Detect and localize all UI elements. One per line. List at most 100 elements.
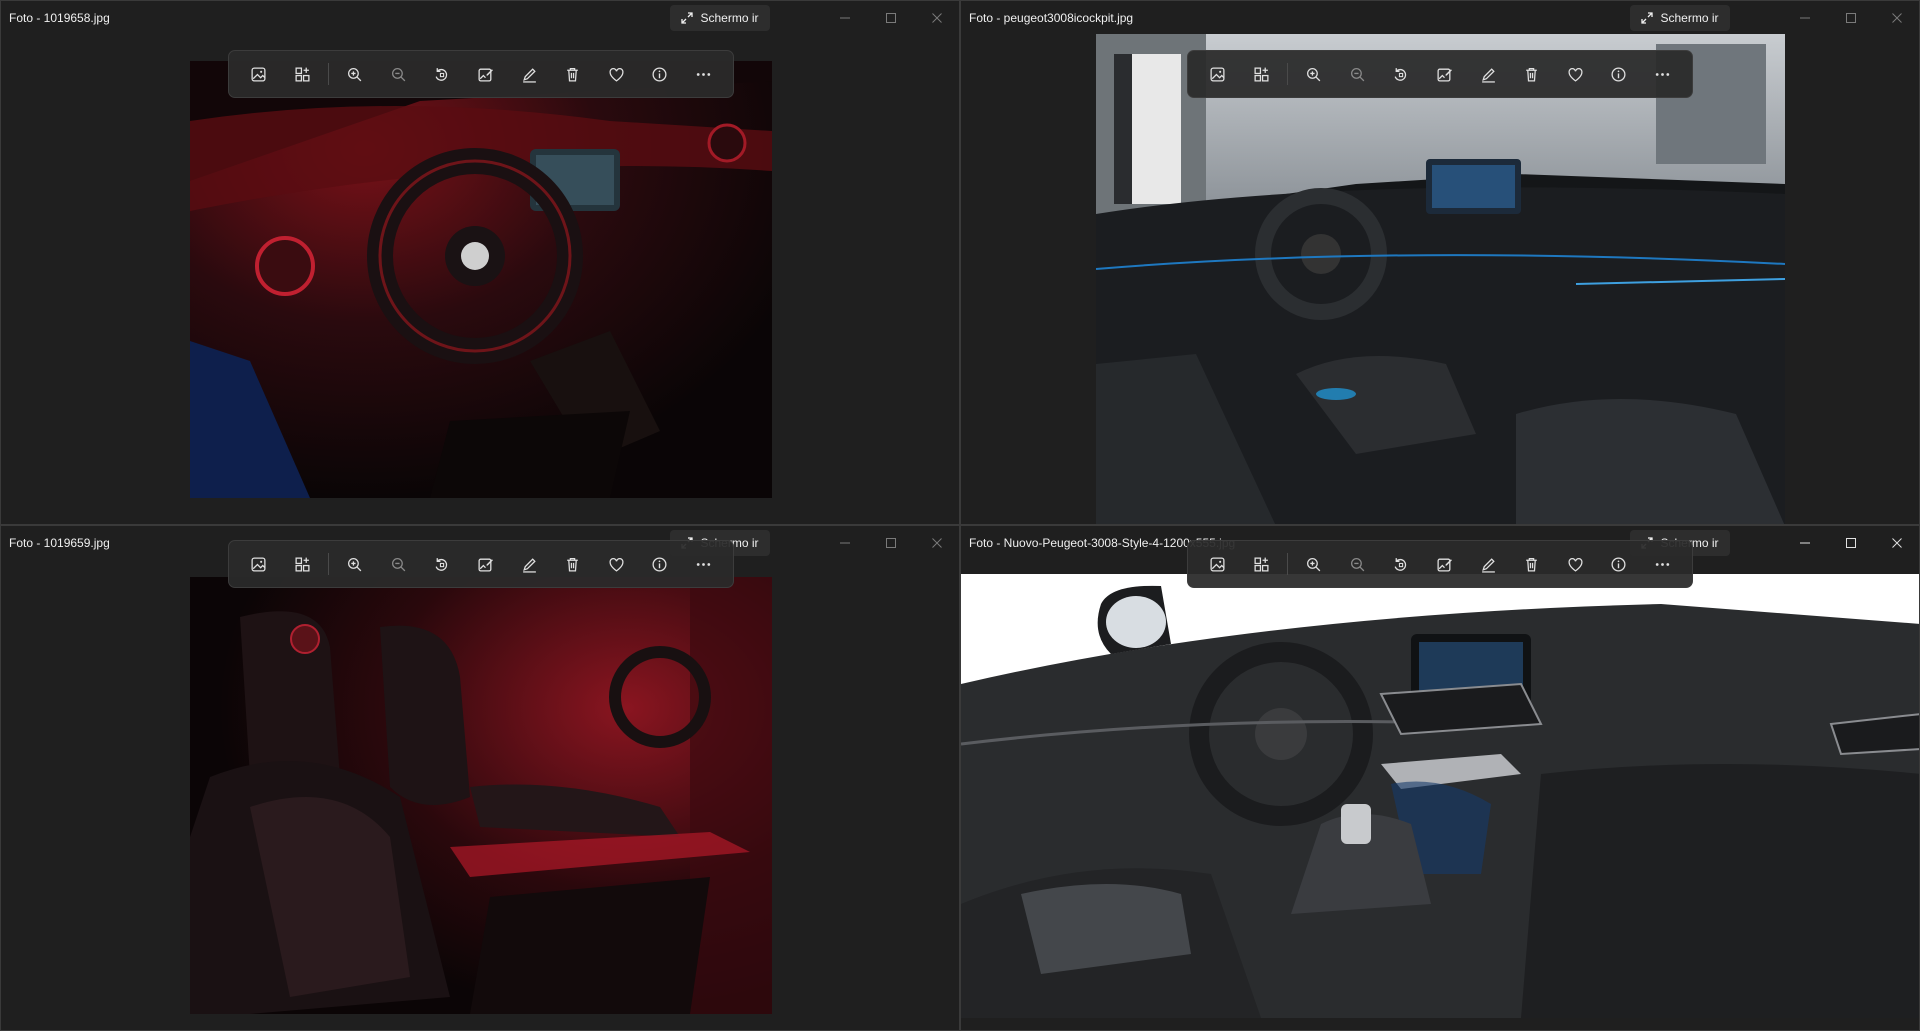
image-icon	[251, 66, 266, 82]
minimize-button[interactable]	[831, 532, 859, 554]
maximize-button[interactable]	[877, 7, 905, 29]
zoom-out-button[interactable]	[377, 546, 421, 582]
zoom-in-icon	[348, 67, 362, 81]
favorite-button[interactable]	[1553, 546, 1597, 582]
delete-button[interactable]	[1510, 546, 1554, 582]
zoom-in-icon	[1307, 557, 1321, 571]
close-icon	[932, 538, 942, 548]
image-icon	[1210, 556, 1225, 572]
fullscreen-button[interactable]: Schermo ir	[670, 5, 770, 31]
zoom-out-icon	[1350, 557, 1365, 571]
favorite-button[interactable]	[594, 546, 638, 582]
draw-button[interactable]	[1466, 546, 1510, 582]
window-title: Foto - 1019658.jpg	[9, 11, 110, 25]
draw-button[interactable]	[507, 546, 551, 582]
image-button[interactable]	[237, 56, 281, 92]
photo-toolbar	[228, 50, 734, 98]
draw-icon	[522, 67, 536, 83]
image-button[interactable]	[237, 546, 281, 582]
fullscreen-label: Schermo ir	[1660, 11, 1719, 25]
edit-image-icon	[1437, 558, 1452, 572]
draw-button[interactable]	[507, 56, 551, 92]
gallery-icon	[1254, 66, 1269, 82]
minimize-button[interactable]	[1791, 7, 1819, 29]
image-button[interactable]	[1196, 56, 1240, 92]
info-icon	[1611, 556, 1626, 572]
maximize-button[interactable]	[1837, 7, 1865, 29]
image-button[interactable]	[1196, 546, 1240, 582]
gallery-button[interactable]	[281, 56, 325, 92]
close-button[interactable]	[923, 532, 951, 554]
delete-icon	[567, 67, 578, 82]
rotate-button[interactable]	[1379, 546, 1423, 582]
toolbar-separator	[328, 553, 330, 575]
photo-image	[190, 61, 772, 498]
expand-icon	[681, 12, 694, 24]
draw-icon	[1481, 67, 1495, 83]
more-button[interactable]	[681, 546, 725, 582]
gallery-button[interactable]	[1240, 56, 1284, 92]
photo-window: Foto - peugeot3008icockpit.jpg Schermo i…	[960, 0, 1920, 525]
minimize-button[interactable]	[1791, 532, 1819, 554]
more-button[interactable]	[1640, 546, 1684, 582]
toolbar-separator	[1287, 553, 1289, 575]
zoom-in-button[interactable]	[1292, 56, 1336, 92]
zoom-out-button[interactable]	[377, 56, 421, 92]
info-button[interactable]	[638, 56, 682, 92]
photo-image	[190, 577, 772, 1014]
rotate-button[interactable]	[420, 56, 464, 92]
info-button[interactable]	[1597, 56, 1641, 92]
title-bar: Foto - peugeot3008icockpit.jpg Schermo i…	[961, 1, 1919, 35]
info-button[interactable]	[638, 546, 682, 582]
maximize-button[interactable]	[1837, 532, 1865, 554]
favorite-button[interactable]	[594, 56, 638, 92]
close-icon	[1892, 538, 1902, 548]
zoom-in-button[interactable]	[333, 56, 377, 92]
rotate-icon	[436, 67, 448, 81]
photo-image	[1096, 34, 1785, 524]
edit-image-button[interactable]	[1423, 546, 1467, 582]
delete-icon	[1526, 67, 1537, 82]
edit-image-button[interactable]	[1423, 56, 1467, 92]
info-button[interactable]	[1597, 546, 1641, 582]
edit-image-icon	[1437, 68, 1452, 82]
maximize-button[interactable]	[877, 532, 905, 554]
zoom-in-button[interactable]	[333, 546, 377, 582]
photo-toolbar	[1187, 50, 1693, 98]
more-icon	[1655, 562, 1669, 566]
close-button[interactable]	[1883, 532, 1911, 554]
rotate-icon	[436, 557, 448, 571]
delete-icon	[567, 557, 578, 572]
rotate-button[interactable]	[1379, 56, 1423, 92]
delete-button[interactable]	[551, 56, 595, 92]
photo-toolbar	[1187, 540, 1693, 588]
zoom-out-button[interactable]	[1336, 546, 1380, 582]
close-button[interactable]	[923, 7, 951, 29]
edit-image-button[interactable]	[464, 56, 508, 92]
gallery-button[interactable]	[281, 546, 325, 582]
close-button[interactable]	[1883, 7, 1911, 29]
rotate-icon	[1395, 557, 1407, 571]
rotate-button[interactable]	[420, 546, 464, 582]
favorite-button[interactable]	[1553, 56, 1597, 92]
info-icon	[1611, 66, 1626, 82]
photo-window: Foto - 1019659.jpg Schermo ir	[0, 525, 960, 1031]
gallery-icon	[1254, 556, 1269, 572]
more-button[interactable]	[1640, 56, 1684, 92]
gallery-icon	[295, 66, 310, 82]
edit-image-button[interactable]	[464, 546, 508, 582]
more-button[interactable]	[681, 56, 725, 92]
draw-button[interactable]	[1466, 56, 1510, 92]
minimize-button[interactable]	[831, 7, 859, 29]
fullscreen-button[interactable]: Schermo ir	[1630, 5, 1730, 31]
delete-button[interactable]	[1510, 56, 1554, 92]
zoom-out-button[interactable]	[1336, 56, 1380, 92]
toolbar-separator	[1287, 63, 1289, 85]
more-icon	[1655, 72, 1669, 76]
zoom-in-icon	[348, 557, 362, 571]
gallery-button[interactable]	[1240, 546, 1284, 582]
zoom-in-button[interactable]	[1292, 546, 1336, 582]
minimize-icon	[1800, 17, 1810, 19]
maximize-icon	[1846, 538, 1856, 548]
delete-button[interactable]	[551, 546, 595, 582]
